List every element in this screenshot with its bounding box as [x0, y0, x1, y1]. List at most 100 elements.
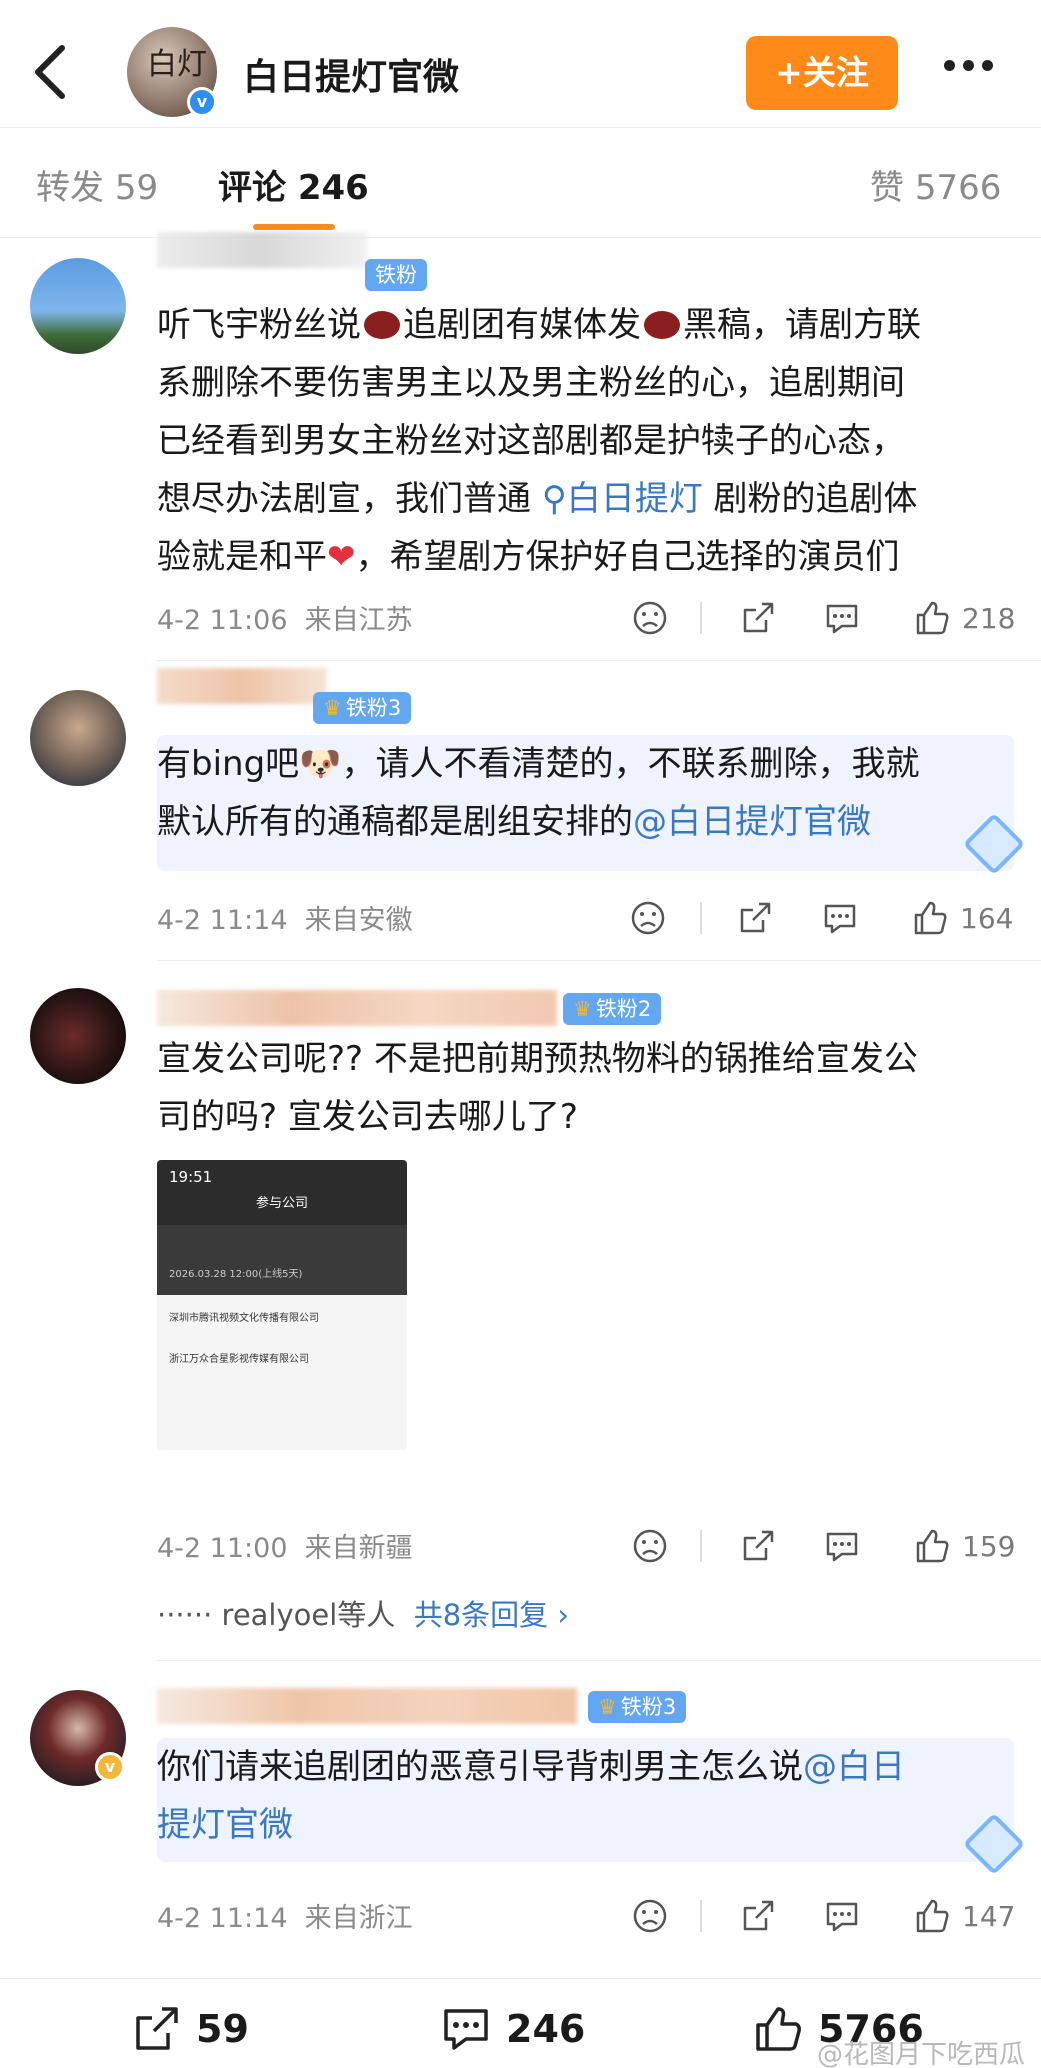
back-button[interactable]	[28, 42, 72, 102]
share-button[interactable]	[738, 1894, 778, 1938]
mention-link[interactable]: @白日提灯官微	[633, 802, 871, 842]
share-icon	[743, 602, 774, 633]
more-options-icon[interactable]	[944, 56, 1004, 86]
thumbs-up-icon	[916, 1529, 949, 1563]
share-icon	[740, 902, 771, 933]
heart-emoji-icon: ❤	[327, 537, 356, 577]
comment-icon	[444, 2009, 488, 2050]
thumbs-up-icon	[916, 1899, 949, 1933]
comment-icon	[824, 904, 856, 934]
commenter-name[interactable]	[157, 668, 327, 704]
comment-actions: 218	[620, 596, 1020, 640]
fan-badge: ♛ 铁粉3	[588, 1691, 687, 1723]
fan-badge: 铁粉	[365, 259, 427, 291]
active-tab-indicator	[253, 224, 335, 230]
dislike-button[interactable]	[630, 1894, 670, 1938]
tab-comments[interactable]: 评论 246	[218, 160, 369, 209]
frown-face-icon	[631, 901, 665, 935]
follow-button[interactable]: +关注	[746, 36, 898, 110]
reply-button[interactable]	[822, 1524, 862, 1568]
frown-face-icon	[633, 601, 667, 635]
thumbs-up-icon	[916, 601, 949, 635]
commenter-avatar[interactable]	[30, 988, 126, 1084]
share-button[interactable]	[738, 1524, 778, 1568]
comment-icon	[826, 1902, 858, 1932]
tab-likes[interactable]: 赞 5766	[870, 160, 1001, 209]
comment-count: 246	[506, 2007, 586, 2051]
bean-emoji-icon	[364, 311, 400, 339]
comment-divider	[157, 960, 1041, 961]
comment-icon	[826, 604, 858, 634]
view-replies-link[interactable]: 共8条回复 ›	[414, 1598, 569, 1632]
reply-button[interactable]	[820, 896, 860, 940]
replies-users: ······ realyoel等人	[157, 1598, 396, 1632]
divider	[700, 1530, 702, 1562]
bean-emoji-icon	[644, 311, 680, 339]
tab-repost-count: 59	[114, 168, 159, 208]
comment-text: 有bing吧🐶，请人不看清楚的，不联系删除，我就 默认所有的通稿都是剧组安排的@…	[157, 735, 1014, 871]
reply-button[interactable]	[822, 596, 862, 640]
repost-button[interactable]: 59	[130, 2001, 249, 2057]
watermark: @花图月下吃西瓜	[816, 2040, 1025, 2068]
frown-face-icon	[633, 1899, 667, 1933]
commenter-name[interactable]	[157, 1688, 577, 1724]
comment-page: 白灯 v 白日提灯官微 +关注 转发 59 评论 246 赞 5766 铁粉 听…	[0, 0, 1041, 2068]
divider	[700, 602, 702, 634]
dislike-button[interactable]	[630, 1524, 670, 1568]
thumbs-up-icon	[756, 2007, 801, 2051]
repost-count: 59	[196, 2007, 249, 2051]
like-count: 164	[960, 901, 1014, 935]
tab-likes-label: 赞	[870, 168, 904, 208]
like-count: 159	[962, 1529, 1016, 1563]
comment-meta: 4-2 11:14 来自安徽	[157, 905, 413, 936]
screenshot-status-bar: 19:51 参与公司	[157, 1160, 407, 1225]
crown-icon: ♛	[598, 1695, 617, 1719]
commenter-name[interactable]	[157, 990, 557, 1026]
comment-meta: 4-2 11:14 来自浙江	[157, 1903, 413, 1934]
commenter-avatar[interactable]	[30, 258, 126, 354]
comment-divider	[157, 660, 1041, 661]
chevron-left-icon	[35, 45, 65, 99]
screenshot-company: 浙江万众合星影视传媒有限公司	[169, 1354, 309, 1365]
screenshot-title: 参与公司	[255, 1196, 308, 1211]
mention-link[interactable]: 提灯官微	[157, 1805, 293, 1845]
comment-text: 宣发公司呢?? 不是把前期预热物料的锅推给宣发公 司的吗? 宣发公司去哪儿了?	[157, 1039, 918, 1137]
account-name[interactable]: 白日提灯官微	[243, 48, 459, 100]
husky-emoji-icon: 🐶	[299, 744, 342, 784]
comment-actions: 164	[620, 896, 1020, 940]
reply-button[interactable]	[822, 1894, 862, 1938]
dislike-button[interactable]	[628, 896, 668, 940]
screenshot-company: 深圳市腾讯视频文化传播有限公司	[169, 1313, 319, 1324]
tab-comments-label: 评论	[218, 168, 286, 208]
dislike-button[interactable]	[630, 596, 670, 640]
commenter-name[interactable]	[157, 232, 367, 268]
frown-face-icon	[633, 1529, 667, 1563]
tab-comments-count: 246	[297, 168, 369, 208]
like-button[interactable]: 159	[912, 1524, 1015, 1568]
tab-repost[interactable]: 转发 59	[36, 160, 158, 209]
search-icon: ⚲	[541, 479, 567, 519]
tab-repost-label: 转发	[36, 168, 104, 208]
like-button[interactable]: 164	[910, 896, 1013, 940]
divider	[700, 902, 702, 934]
top-bar: 白灯 v 白日提灯官微 +关注	[0, 0, 1041, 128]
like-count: 218	[962, 601, 1016, 635]
attached-image[interactable]: 19:51 参与公司 2026.03.28 12:00(上线5天) 深圳市腾讯视…	[157, 1160, 407, 1450]
comment-button[interactable]: 246	[440, 2001, 585, 2057]
like-button[interactable]: 147	[912, 1894, 1015, 1938]
tab-bar: 转发 59 评论 246 赞 5766	[0, 128, 1041, 238]
verified-badge-icon: v	[187, 87, 217, 117]
comment-text: 你们请来追剧团的恶意引导背刺男主怎么说@白日 提灯官微	[157, 1738, 1014, 1862]
commenter-avatar[interactable]	[30, 690, 126, 786]
share-button[interactable]	[735, 896, 775, 940]
comment-divider	[157, 1660, 1041, 1661]
screenshot-date: 2026.03.28 12:00(上线5天)	[157, 1225, 407, 1295]
like-count: 147	[962, 1899, 1016, 1933]
share-button[interactable]	[738, 596, 778, 640]
search-topic-link[interactable]: ⚲白日提灯	[542, 479, 703, 519]
mention-link[interactable]: @白日	[803, 1747, 905, 1787]
crown-icon: ♛	[323, 696, 342, 720]
fan-badge: ♛ 铁粉2	[563, 993, 662, 1025]
verified-badge-icon: v	[95, 1752, 125, 1782]
like-button[interactable]: 218	[912, 596, 1015, 640]
